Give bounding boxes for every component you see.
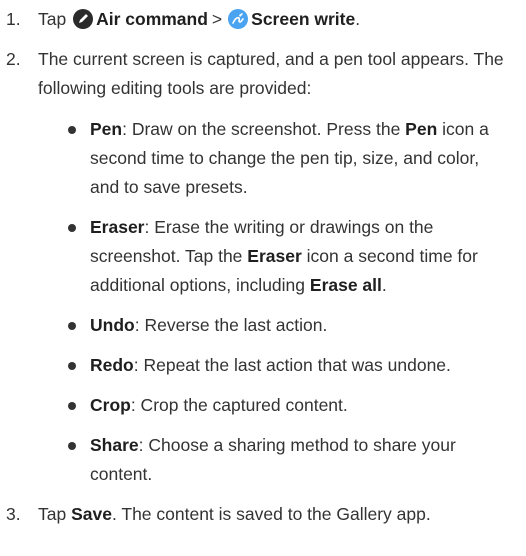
tool-description: : Repeat the last action that was undone… (133, 355, 451, 375)
tool-list: Pen: Draw on the screenshot. Press the P… (38, 115, 512, 489)
step-3: 3. Tap Save. The content is saved to the… (6, 500, 512, 529)
step-1-text: Tap Air command > Screen write. (38, 9, 361, 29)
bullet-dot (68, 362, 76, 370)
screen-write-label: Screen write (251, 9, 356, 29)
tool-list-item: Redo: Repeat the last action that was un… (66, 351, 512, 380)
tool-list-item: Crop: Crop the captured content. (66, 391, 512, 420)
tool-description: . (381, 275, 387, 295)
tool-description: : Reverse the last action. (134, 315, 328, 335)
bullet-dot (68, 322, 76, 330)
tool-term: Erase all (309, 275, 382, 295)
tool-term: Crop (90, 395, 131, 415)
bullet-dot (68, 402, 76, 410)
screen-write-icon (228, 9, 249, 29)
step-2: 2. The current screen is captured, and a… (6, 45, 512, 489)
save-label: Save (71, 504, 112, 524)
tool-list-item: Share: Choose a sharing method to share … (66, 431, 512, 489)
bullet-dot (68, 442, 76, 450)
bullet-dot (68, 224, 76, 232)
separator-chevron: > (211, 9, 223, 29)
tool-description: : Crop the captured content. (130, 395, 348, 415)
tool-term: Share (90, 435, 139, 455)
tool-term: Eraser (90, 217, 145, 237)
instructions-page: 1. Tap Air command > Screen write. 2. The… (0, 0, 526, 556)
tool-list-item: Eraser: Erase the writing or drawings on… (66, 213, 512, 300)
tool-term: Undo (90, 315, 135, 335)
tool-term: Pen (90, 119, 123, 139)
step-3-text: Tap Save. The content is saved to the Ga… (38, 504, 431, 524)
air-command-icon (73, 9, 94, 29)
tool-list-item: Undo: Reverse the last action. (66, 311, 512, 340)
tool-term: Redo (90, 355, 134, 375)
tool-list-item: Pen: Draw on the screenshot. Press the P… (66, 115, 512, 202)
tool-term: Pen (405, 119, 438, 139)
bullet-dot (68, 126, 76, 134)
tool-description: : Draw on the screenshot. Press the (122, 119, 406, 139)
tool-description: : Choose a sharing method to share your … (90, 435, 456, 484)
air-command-label: Air command (96, 9, 208, 29)
step-number: 1. (6, 9, 21, 29)
step-number: 3. (6, 504, 21, 524)
tool-term: Eraser (247, 246, 302, 266)
step-number: 2. (6, 49, 21, 69)
step-2-text: The current screen is captured, and a pe… (38, 49, 504, 98)
step-1: 1. Tap Air command > Screen write. (6, 5, 512, 34)
